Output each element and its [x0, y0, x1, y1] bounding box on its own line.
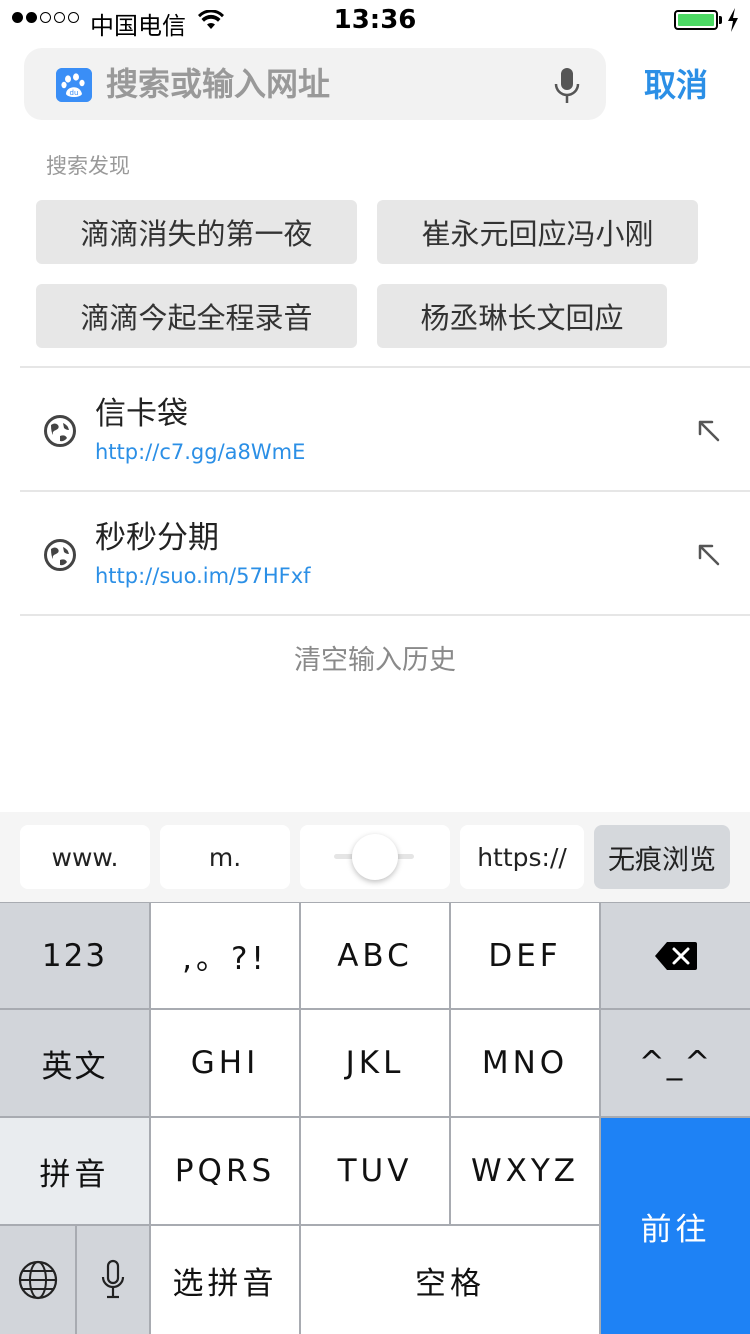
fill-arrow-icon[interactable] — [696, 542, 722, 568]
key-emoticon[interactable]: ^_^ — [601, 1010, 750, 1116]
discovery-chip[interactable]: 杨丞琳长文回应 — [377, 284, 667, 348]
key-jkl[interactable]: JKL — [301, 1010, 449, 1116]
microphone-icon — [101, 1259, 125, 1299]
incognito-button[interactable]: 无痕浏览 — [594, 825, 730, 889]
baidu-logo-icon: du — [56, 68, 92, 102]
globe-icon — [44, 539, 76, 571]
history-url: http://c7.gg/a8WmE — [95, 440, 306, 464]
battery-icon — [674, 10, 718, 30]
space-key[interactable]: 空格 — [301, 1226, 599, 1334]
globe-key[interactable] — [0, 1226, 75, 1334]
https-shortcut-button[interactable]: https:// — [460, 825, 584, 889]
search-input[interactable]: 搜索或输入网址 — [106, 62, 330, 106]
discovery-title: 搜索发现 — [46, 154, 130, 178]
voice-key[interactable] — [77, 1226, 149, 1334]
history-url: http://suo.im/57HFxf — [95, 564, 311, 588]
key-pinyin[interactable]: 拼音 — [0, 1118, 149, 1224]
key-tuv[interactable]: TUV — [301, 1118, 449, 1224]
charging-bolt-icon — [728, 8, 738, 32]
key-wxyz[interactable]: WXYZ — [451, 1118, 599, 1224]
key-123[interactable]: 123 — [0, 903, 149, 1008]
globe-icon — [44, 415, 76, 447]
discovery-chip[interactable]: 滴滴今起全程录音 — [36, 284, 357, 348]
cancel-button[interactable]: 取消 — [620, 60, 732, 110]
key-pqrs[interactable]: PQRS — [151, 1118, 299, 1224]
divider — [20, 614, 750, 616]
key-ghi[interactable]: GHI — [151, 1010, 299, 1116]
key-def[interactable]: DEF — [451, 903, 599, 1008]
key-mno[interactable]: MNO — [451, 1010, 599, 1116]
svg-text:du: du — [70, 89, 79, 97]
fill-arrow-icon[interactable] — [696, 418, 722, 444]
globe-icon — [18, 1260, 57, 1300]
clear-history-button[interactable]: 清空输入历史 — [0, 638, 750, 677]
battery-tip — [719, 16, 722, 24]
slider-knob[interactable] — [352, 834, 398, 880]
backspace-key[interactable] — [601, 903, 750, 1008]
key-english[interactable]: 英文 — [0, 1010, 149, 1116]
m-shortcut-button[interactable]: m. — [160, 825, 290, 889]
status-bar: 中国电信 13:36 — [0, 0, 750, 40]
key-abc[interactable]: ABC — [301, 903, 449, 1008]
status-time: 13:36 — [333, 5, 417, 35]
key-punctuation[interactable]: ,。?! — [151, 903, 299, 1008]
backspace-icon — [654, 941, 697, 970]
go-button[interactable]: 前往 — [601, 1118, 750, 1334]
www-shortcut-button[interactable]: www. — [20, 825, 150, 889]
history-title: 秒秒分期 — [95, 520, 219, 556]
microphone-icon[interactable] — [550, 66, 584, 106]
key-select-pinyin[interactable]: 选拼音 — [151, 1226, 299, 1334]
history-title: 信卡袋 — [95, 396, 188, 432]
discovery-chip[interactable]: 滴滴消失的第一夜 — [36, 200, 357, 264]
discovery-chip[interactable]: 崔永元回应冯小刚 — [377, 200, 698, 264]
